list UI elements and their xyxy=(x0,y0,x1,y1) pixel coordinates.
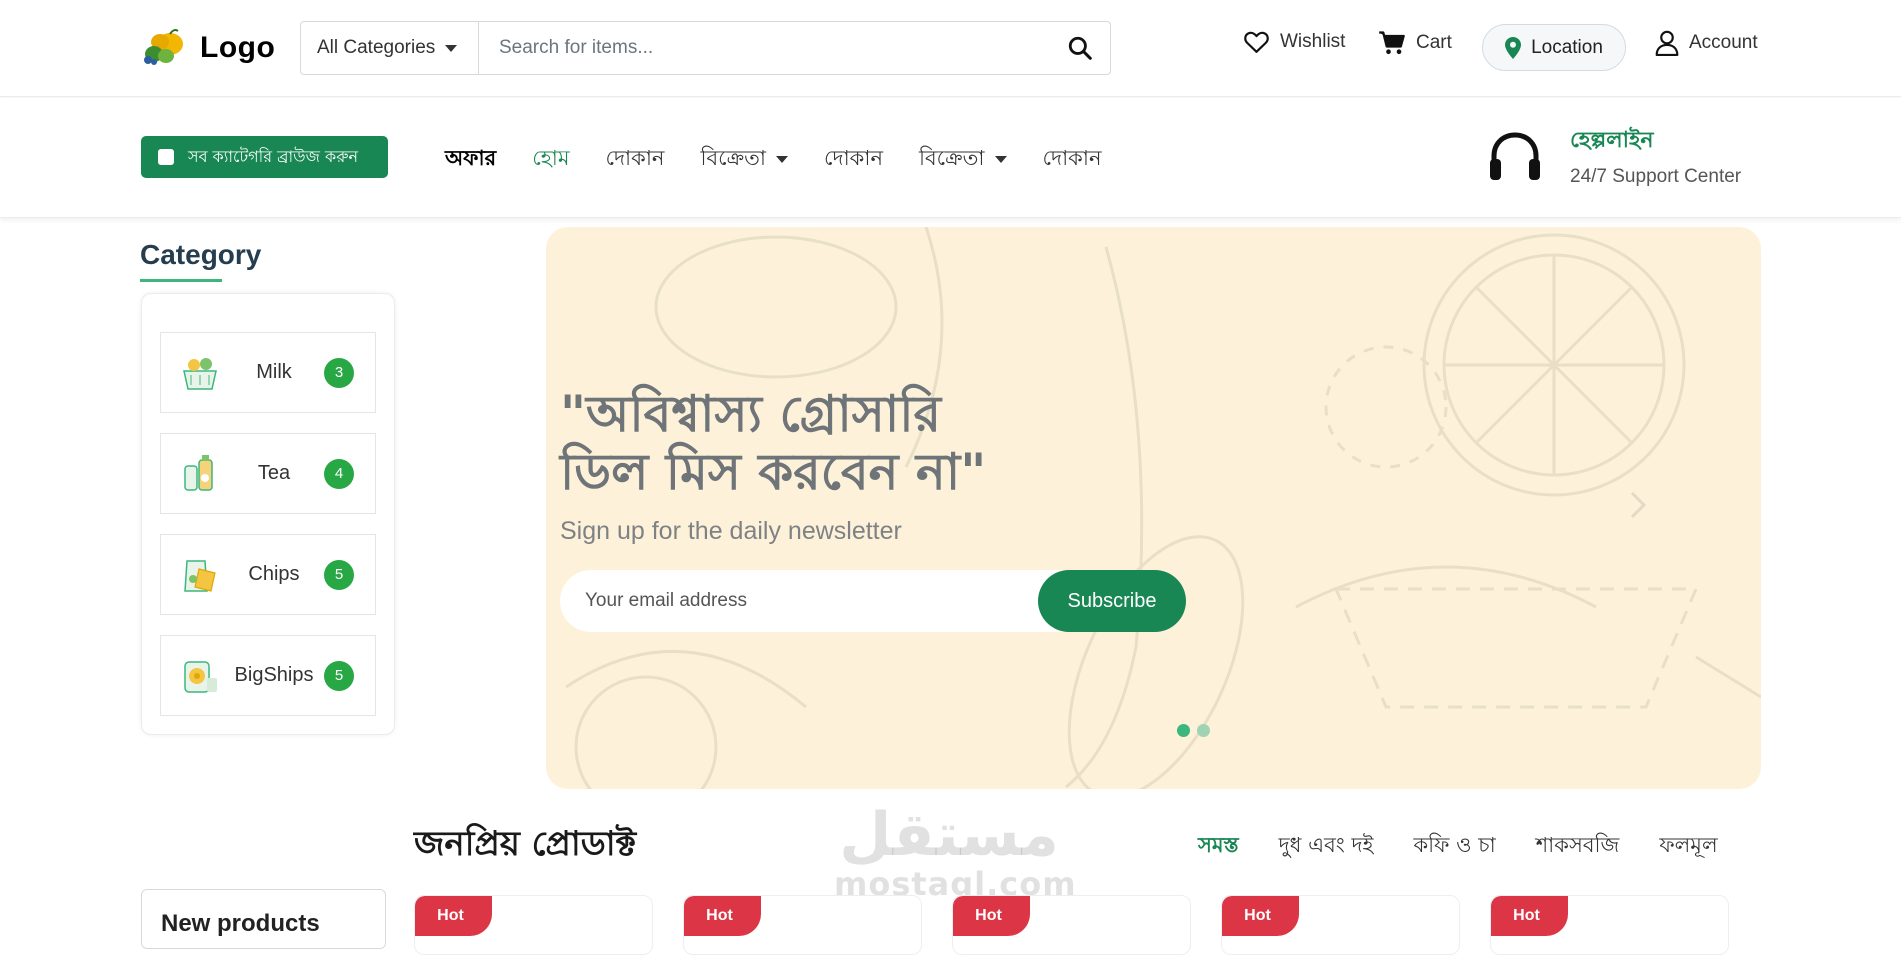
account-link[interactable]: Account xyxy=(1655,30,1758,56)
popular-products-title: জনপ্রিয় প্রোডাক্ট xyxy=(414,824,637,864)
hot-badge: Hot xyxy=(1491,896,1568,936)
wishlist-label: Wishlist xyxy=(1280,31,1346,52)
logo-text: Logo xyxy=(200,31,276,64)
hot-badge: Hot xyxy=(953,896,1030,936)
tab-vegetables[interactable]: শাকসবজি xyxy=(1536,829,1620,864)
tab-coffee-tea[interactable]: কফি ও চা xyxy=(1413,829,1495,864)
product-filter-tabs: সমস্ত দুধ এবং দই কফি ও চা শাকসবজি ফলমূল xyxy=(1198,829,1718,864)
hot-badge: Hot xyxy=(684,896,761,936)
hero-subtitle: Sign up for the daily newsletter xyxy=(560,517,902,545)
slider-dot-1[interactable] xyxy=(1177,724,1190,737)
search-icon xyxy=(1068,36,1092,60)
logo[interactable]: Logo xyxy=(140,28,275,68)
wishlist-link[interactable]: Wishlist xyxy=(1243,30,1345,54)
map-pin-icon xyxy=(1505,36,1522,59)
category-item-bigships[interactable]: BigShips 5 xyxy=(160,635,376,716)
cart-label: Cart xyxy=(1416,32,1452,53)
category-select[interactable]: All Categories xyxy=(301,22,479,74)
hero-title-line-1: "অবিশ্বাস্য গ্রোসারি xyxy=(560,385,942,443)
watermark-arabic: مستقل xyxy=(839,800,1059,870)
cart-link[interactable]: Cart xyxy=(1378,30,1452,56)
hot-badge: Hot xyxy=(1222,896,1299,936)
user-icon xyxy=(1655,30,1679,56)
product-card[interactable]: Hot xyxy=(952,895,1191,955)
search-input[interactable] xyxy=(479,22,1050,74)
tea-bottles-icon xyxy=(184,455,213,491)
chevron-down-icon xyxy=(445,44,458,52)
hero-banner: "অবিশ্বাস্য গ্রোসারি ডিল মিস করবেন না" S… xyxy=(546,227,1761,789)
slider-dot-2[interactable] xyxy=(1197,724,1210,737)
snack-jar-icon xyxy=(184,661,217,693)
headphones-icon xyxy=(1490,131,1540,180)
product-card[interactable]: Hot xyxy=(414,895,653,955)
helpline-title: হেল্পলাইন xyxy=(1570,128,1654,153)
category-heading: Category xyxy=(140,239,262,270)
logo-icon xyxy=(144,29,183,65)
chevron-down-icon xyxy=(776,156,789,163)
account-label: Account xyxy=(1689,32,1758,53)
hero-title-line-2: ডিল মিস করবেন না" xyxy=(560,443,987,501)
category-select-label: All Categories xyxy=(317,37,436,58)
category-count-badge: 5 xyxy=(324,660,354,691)
category-item-milk[interactable]: Milk 3 xyxy=(160,332,376,413)
main-nav: সব ক্যাটেগরি ব্রাউজ করুন অফার হোম দোকান … xyxy=(0,98,1901,218)
milk-basket-icon xyxy=(183,358,217,390)
category-count-badge: 5 xyxy=(324,559,354,590)
nav-item-vendor-dropdown-2[interactable]: বিক্রেতা xyxy=(919,142,1007,177)
nav-item-vendor-label: বিক্রেতা xyxy=(700,146,767,170)
category-item-chips[interactable]: Chips 5 xyxy=(160,534,376,615)
nav-item-shop-2[interactable]: দোকান xyxy=(824,142,883,177)
search-bar: All Categories xyxy=(300,21,1111,75)
product-card[interactable]: Hot xyxy=(683,895,922,955)
nav-item-vendor-dropdown[interactable]: বিক্রেতা xyxy=(700,142,789,177)
top-header: Logo All Categories Wishlist Cart xyxy=(0,0,1901,97)
checkbox-icon xyxy=(158,149,174,165)
nav-item-shop[interactable]: দোকান xyxy=(606,142,665,177)
browse-categories-button[interactable]: সব ক্যাটেগরি ব্রাউজ করুন xyxy=(141,136,388,178)
chevron-down-icon xyxy=(994,156,1007,163)
helpline-subtitle: 24/7 Support Center xyxy=(1570,166,1742,187)
product-card[interactable]: Hot xyxy=(1490,895,1729,955)
watermark-logo: مستقل mostaql.com xyxy=(834,800,1076,900)
hot-badge: Hot xyxy=(415,896,492,936)
nav-menu: অফার হোম দোকান বিক্রেতা দোকান বিক্রেতা দ… xyxy=(445,142,1102,177)
category-item-name: Tea xyxy=(257,462,291,484)
heart-icon xyxy=(1244,31,1269,53)
nav-item-home[interactable]: হোম xyxy=(532,142,569,177)
category-item-name: Milk xyxy=(256,361,292,383)
location-label: Location xyxy=(1531,36,1603,58)
chevron-right-icon[interactable] xyxy=(1626,489,1650,521)
category-count-badge: 4 xyxy=(324,458,354,489)
category-heading-underline xyxy=(140,279,222,282)
nav-item-shop-3[interactable]: দোকান xyxy=(1043,142,1102,177)
category-count-badge: 3 xyxy=(324,357,354,388)
newsletter-form: Subscribe xyxy=(560,570,1186,632)
chips-bag-icon xyxy=(184,560,216,592)
category-item-name: Chips xyxy=(248,563,300,585)
helpline: হেল্পলাইন 24/7 Support Center xyxy=(1488,123,1741,188)
new-products-card: New products xyxy=(141,889,386,949)
tab-milk-yogurt[interactable]: দুধ এবং দই xyxy=(1279,829,1374,864)
nav-item-offer[interactable]: অফার xyxy=(445,142,496,177)
subscribe-button[interactable]: Subscribe xyxy=(1038,570,1186,632)
browse-categories-label: সব ক্যাটেগরি ব্রাউজ করুন xyxy=(188,146,359,166)
location-button[interactable]: Location xyxy=(1482,24,1626,71)
hero-background-illustration xyxy=(565,227,1761,789)
tab-fruits[interactable]: ফলমূল xyxy=(1659,829,1717,864)
tab-all[interactable]: সমস্ত xyxy=(1198,829,1239,864)
nav-item-vendor-label-2: বিক্রেতা xyxy=(918,146,985,170)
new-products-title: New products xyxy=(161,910,320,937)
category-item-tea[interactable]: Tea 4 xyxy=(160,433,376,514)
category-panel: Milk 3 Tea 4 Chips 5 BigShips 5 xyxy=(141,293,395,735)
hero-title: "অবিশ্বাস্য গ্রোসারি ডিল মিস করবেন না" xyxy=(560,385,1180,501)
category-item-name: BigShips xyxy=(234,664,314,686)
product-card[interactable]: Hot xyxy=(1221,895,1460,955)
cart-icon xyxy=(1379,31,1405,55)
search-button[interactable] xyxy=(1050,22,1110,74)
